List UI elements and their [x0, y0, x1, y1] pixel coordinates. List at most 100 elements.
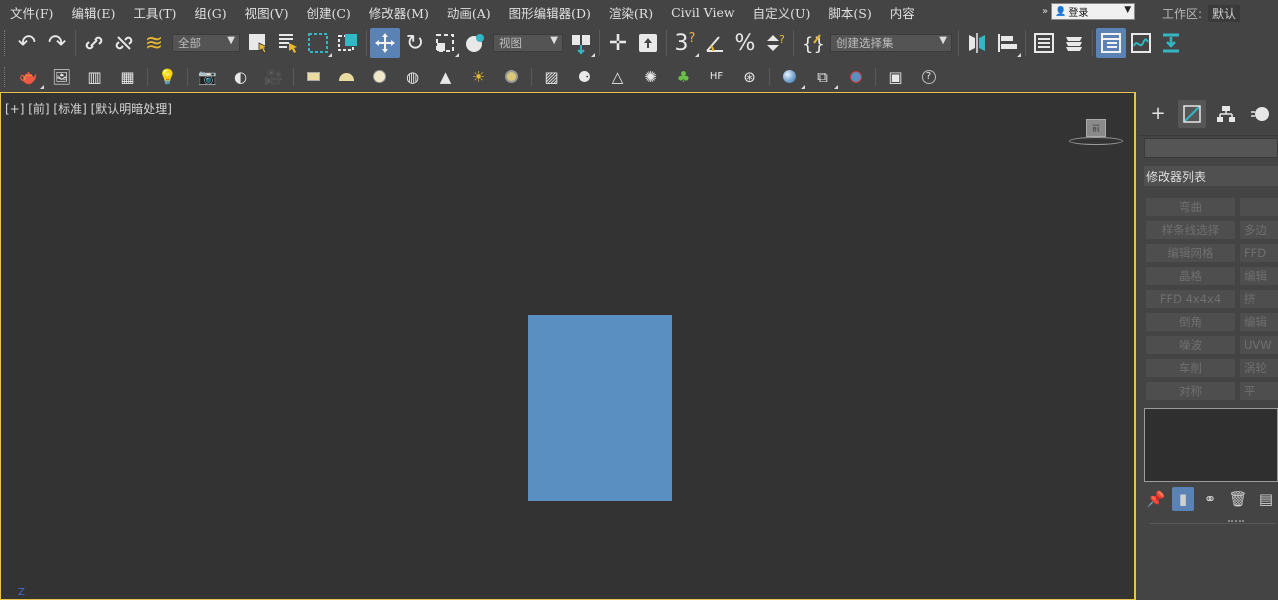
menu-modifiers[interactable]: 修改器(M) [360, 3, 438, 22]
link-icon[interactable] [79, 28, 109, 58]
login-dropdown[interactable]: 👤 登录 ▼ [1051, 3, 1136, 20]
selection-filter-dropdown[interactable]: 全部 ▼ [172, 34, 240, 52]
video-camera-icon[interactable]: 🎥 [257, 64, 290, 90]
unlink-icon[interactable] [109, 28, 139, 58]
hair-fur-icon[interactable]: HF [700, 64, 733, 90]
scatter-icon[interactable]: ⊛ [733, 64, 766, 90]
pin-stack-icon[interactable]: 📌 [1144, 487, 1168, 511]
layer-explorer-icon[interactable] [1059, 28, 1089, 58]
menu-customize[interactable]: 自定义(U) [744, 3, 820, 22]
menu-tools[interactable]: 工具(T) [124, 3, 185, 22]
hierarchy-tab-icon[interactable] [1212, 100, 1240, 128]
menu-animation[interactable]: 动画(A) [438, 3, 500, 22]
scene-explorer-icon[interactable] [1029, 28, 1059, 58]
select-and-manipulate-icon[interactable]: ✛ [603, 28, 633, 58]
undo-icon[interactable]: ↶ [12, 28, 42, 58]
modifier-button[interactable]: 挤 [1240, 290, 1278, 308]
modifier-button[interactable]: UVW [1240, 336, 1278, 354]
modifier-button[interactable]: FFD 4x4x4 [1146, 290, 1235, 308]
render-production-icon[interactable] [839, 64, 872, 90]
render-frame-icon[interactable]: 🖼 [45, 64, 78, 90]
align-icon[interactable] [992, 28, 1022, 58]
rollout-grip[interactable] [1228, 520, 1244, 524]
menu-scripting[interactable]: 脚本(S) [819, 3, 880, 22]
modifier-button[interactable]: 车削 [1146, 359, 1235, 377]
teapot-icon[interactable]: 🫖 [12, 64, 45, 90]
pivot-center-icon[interactable] [566, 28, 596, 58]
toggle-ribbon-icon[interactable] [1096, 28, 1126, 58]
viewcube-face[interactable]: 前 [1086, 119, 1106, 137]
spacewarp-icon[interactable]: ✺ [634, 64, 667, 90]
sphere-primitive-icon[interactable] [363, 64, 396, 90]
menu-content[interactable]: 内容 [881, 3, 924, 22]
plane-grid-icon[interactable]: ▨ [535, 64, 568, 90]
help-icon[interactable]: ? [912, 64, 945, 90]
particle-system-icon[interactable]: ⚈ [568, 64, 601, 90]
modifier-button[interactable]: 晶格 [1146, 267, 1235, 285]
modify-tab-icon[interactable] [1178, 99, 1206, 128]
viewcube[interactable]: 前 [1069, 119, 1123, 149]
edit-named-selection-icon[interactable]: {} [797, 28, 827, 58]
angle-snap-icon[interactable] [700, 28, 730, 58]
helper-icon[interactable]: △ [601, 64, 634, 90]
menu-civil-view[interactable]: Civil View [662, 5, 744, 20]
light-lister-icon[interactable]: 💡 [151, 64, 184, 90]
modifier-button[interactable]: 涡轮 [1240, 359, 1278, 377]
viewcube-compass-ring[interactable] [1069, 137, 1123, 145]
modifier-button[interactable]: 编辑网格 [1146, 244, 1235, 262]
modifier-button[interactable]: 多边 [1240, 221, 1278, 239]
bind-spacewarp-icon[interactable]: ≋ [139, 28, 169, 58]
cone-primitive-icon[interactable]: ▲ [429, 64, 462, 90]
spinner-snap-icon[interactable]: ? [760, 28, 790, 58]
modifier-button[interactable]: 编辑 [1240, 313, 1278, 331]
schematic-view-icon[interactable] [1156, 28, 1186, 58]
expand-arrows-icon[interactable]: » [1042, 6, 1048, 17]
render-setup-icon[interactable]: ▥ [78, 64, 111, 90]
scale-icon[interactable] [430, 28, 460, 58]
toolbar-grip[interactable] [4, 30, 8, 56]
material-ball-icon[interactable] [773, 64, 806, 90]
rotate-icon[interactable]: ↻ [400, 28, 430, 58]
modifier-list-dropdown[interactable]: 修改器列表 [1144, 166, 1278, 186]
window-crossing-icon[interactable] [333, 28, 363, 58]
menu-file[interactable]: 文件(F) [0, 3, 62, 22]
select-object-icon[interactable] [243, 28, 273, 58]
workspace-selector[interactable]: 工作区: 默认 [1162, 5, 1241, 22]
modifier-stack[interactable] [1144, 408, 1278, 482]
move-icon[interactable] [370, 28, 400, 58]
modifier-button[interactable] [1240, 198, 1278, 216]
menu-edit[interactable]: 编辑(E) [62, 3, 124, 22]
foliage-icon[interactable]: ♣ [667, 64, 700, 90]
box-primitive-icon[interactable] [297, 64, 330, 90]
named-selection-set-dropdown[interactable]: 创建选择集 ▼ [830, 34, 952, 52]
redo-icon[interactable]: ↷ [42, 28, 72, 58]
toolbar-grip[interactable] [4, 66, 8, 87]
remove-modifier-trash-icon[interactable]: 🗑 [1226, 487, 1250, 511]
rectangular-selection-icon[interactable] [303, 28, 333, 58]
blue-rectangle-object[interactable] [528, 315, 672, 501]
menu-rendering[interactable]: 渲染(R) [600, 3, 662, 22]
hemisphere-primitive-icon[interactable] [330, 64, 363, 90]
place-icon[interactable] [460, 28, 490, 58]
modifier-button[interactable]: 倒角 [1146, 313, 1235, 331]
percent-snap-icon[interactable]: % [730, 28, 760, 58]
front-viewport[interactable]: [+] [前] [标准] [默认明暗处理] 前 Z [0, 92, 1136, 600]
mirror-icon[interactable] [962, 28, 992, 58]
make-unique-icon[interactable]: ⚭ [1198, 487, 1222, 511]
configure-modifier-sets-icon[interactable]: ▤ [1254, 487, 1278, 511]
menu-create[interactable]: 创建(C) [297, 3, 359, 22]
half-moon-icon[interactable]: ◐ [224, 64, 257, 90]
motion-tab-icon[interactable] [1246, 100, 1274, 128]
menu-views[interactable]: 视图(V) [236, 3, 298, 22]
select-by-name-icon[interactable] [273, 28, 303, 58]
viewport-label[interactable]: [+] [前] [标准] [默认明暗处理] [5, 100, 172, 117]
snaps-toggle-icon[interactable]: 3? [670, 28, 700, 58]
modifier-button[interactable]: 编辑 [1240, 267, 1278, 285]
torus-primitive-icon[interactable] [495, 64, 528, 90]
curve-editor-icon[interactable] [1126, 28, 1156, 58]
modifier-button[interactable]: 样条线选择 [1146, 221, 1235, 239]
modifier-button[interactable]: 平 [1240, 382, 1278, 400]
camera-icon[interactable]: 📷 [191, 64, 224, 90]
material-editor-icon[interactable]: ▦ [111, 64, 144, 90]
geosphere-primitive-icon[interactable]: ◍ [396, 64, 429, 90]
